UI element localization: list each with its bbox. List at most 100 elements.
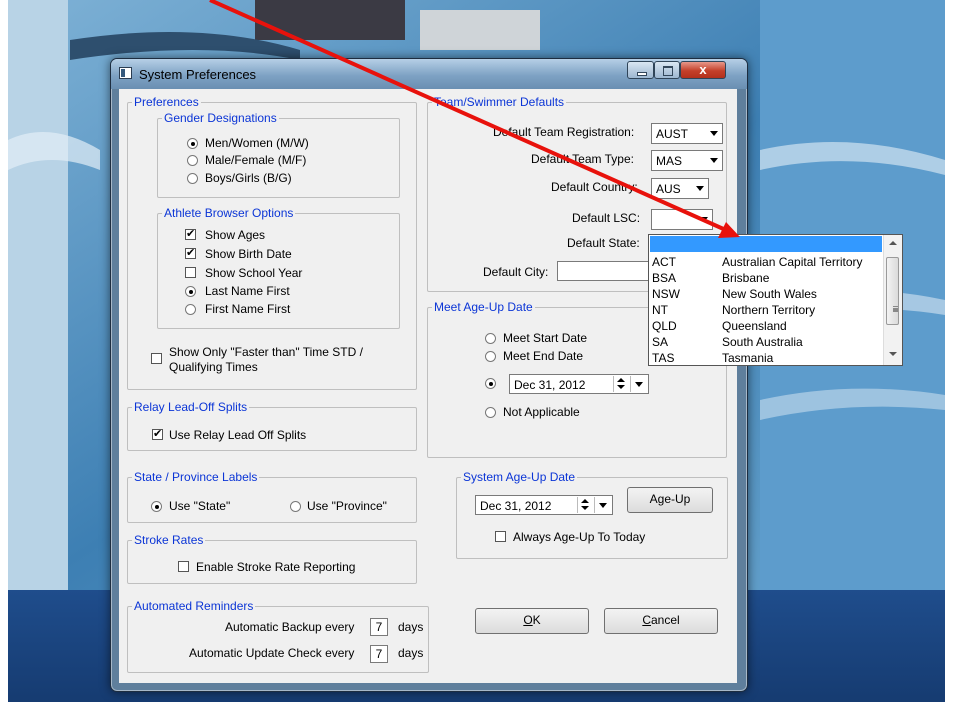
show-school-year-label: Show School Year [205,266,303,280]
meet-start-date-radio[interactable] [485,333,496,344]
list-item[interactable]: ACT Australian Capital Territory [649,254,883,270]
always-age-up-label: Always Age-Up To Today [513,530,646,544]
state-code: NT [652,303,668,317]
list-item[interactable]: QLD Queensland [649,318,883,334]
chevron-down-icon [692,180,707,197]
show-birth-date-label: Show Birth Date [205,247,292,261]
relay-leadoff-group: Relay Lead-Off Splits [127,401,417,451]
spin-arrows-icon[interactable] [613,376,629,392]
list-item[interactable]: SA South Australia [649,334,883,350]
chevron-down-icon[interactable] [630,376,647,392]
backup-days-unit: days [398,620,424,634]
system-age-up-date-group: System Age-Up Date [456,471,728,559]
system-age-up-date-picker[interactable]: Dec 31, 2012 [475,495,613,515]
stroke-rates-group: Stroke Rates [127,534,417,584]
ok-mnemonic: O [523,613,533,627]
state-name: Tasmania [722,351,774,365]
first-name-first-label: First Name First [205,302,291,316]
default-country-select[interactable]: AUS [651,178,709,199]
default-team-type-select[interactable]: MAS [651,150,723,171]
grip-icon [893,306,898,308]
system-age-up-legend: System Age-Up Date [463,470,576,484]
scrollbar-thumb[interactable] [886,257,899,325]
list-item[interactable]: NSW New South Wales [649,286,883,302]
show-school-year-checkbox[interactable] [185,267,196,278]
default-city-input[interactable] [557,261,657,281]
gender-radio-bg[interactable] [187,173,198,184]
gender-designations-legend: Gender Designations [164,111,277,125]
enable-stroke-rate-checkbox[interactable] [178,561,189,572]
state-name: New South Wales [722,287,817,301]
list-item[interactable]: NT Northern Territory [649,302,883,318]
state-code: NSW [652,287,680,301]
list-scrollbar[interactable] [883,235,902,365]
selected-blank-option[interactable] [650,236,882,252]
gender-option-bg: Boys/Girls (B/G) [205,171,292,185]
meet-end-date-label: Meet End Date [503,349,584,363]
last-name-first-radio[interactable] [185,286,196,297]
chevron-down-icon[interactable] [594,497,611,513]
preferences-legend: Preferences [134,95,199,109]
ok-button[interactable]: OK [475,608,589,634]
app-icon [119,67,132,79]
meet-age-up-date-picker[interactable]: Dec 31, 2012 [509,374,649,394]
default-team-registration-label: Default Team Registration: [493,125,635,139]
default-team-registration-value: AUST [656,127,689,141]
minimize-button[interactable] [627,61,654,79]
default-lsc-select[interactable] [651,209,713,230]
state-name: South Australia [722,335,803,349]
always-age-up-checkbox[interactable] [495,531,506,542]
state-province-legend: State / Province Labels [134,470,258,484]
cancel-mnemonic: C [642,613,651,627]
state-code: QLD [652,319,677,333]
state-name: Brisbane [722,271,770,285]
spin-arrows-icon[interactable] [577,497,593,513]
default-lsc-label: Default LSC: [572,211,641,225]
last-name-first-label: Last Name First [205,284,290,298]
default-team-registration-select[interactable]: AUST [651,123,723,144]
backup-label: Automatic Backup every [225,620,355,634]
gender-option-mf: Male/Female (M/F) [205,153,307,167]
gender-radio-mw[interactable] [187,138,198,149]
cancel-button[interactable]: Cancel [604,608,718,634]
state-name: Queensland [722,319,787,333]
meet-start-date-label: Meet Start Date [503,331,588,345]
state-name: Australian Capital Territory [722,255,863,269]
backup-days-input[interactable]: 7 [370,618,388,636]
default-state-dropdown-list[interactable]: ACT Australian Capital Territory BSA Brisb… [648,234,903,366]
title-bar[interactable]: System Preferences x [111,59,747,89]
enable-stroke-rate-label: Enable Stroke Rate Reporting [196,560,356,574]
default-country-value: AUS [656,182,681,196]
stroke-rates-legend: Stroke Rates [134,533,204,547]
athlete-browser-legend: Athlete Browser Options [164,206,294,220]
show-ages-checkbox[interactable] [185,227,196,240]
meet-age-up-date-value: Dec 31, 2012 [514,378,586,392]
faster-than-label-line2: Qualifying Times [169,360,258,374]
window-title: System Preferences [139,67,257,82]
gender-radio-mf[interactable] [187,155,198,166]
maximize-button[interactable] [654,61,680,79]
use-state-radio[interactable] [151,501,162,512]
list-item[interactable]: BSA Brisbane [649,270,883,286]
state-code: BSA [652,271,677,285]
gender-option-mw: Men/Women (M/W) [205,136,309,150]
team-swimmer-defaults-legend: Team/Swimmer Defaults [434,95,565,109]
update-days-input[interactable]: 7 [370,645,388,663]
faster-than-label-line1: Show Only "Faster than" Time STD / [169,345,363,359]
first-name-first-radio[interactable] [185,304,196,315]
use-relay-leadoff-label: Use Relay Lead Off Splits [169,428,307,442]
show-birth-date-checkbox[interactable] [185,246,196,259]
meet-end-date-radio[interactable] [485,351,496,362]
use-province-radio[interactable] [290,501,301,512]
age-up-button[interactable]: Age-Up [627,487,713,513]
meet-custom-date-radio[interactable] [485,378,496,389]
list-item[interactable]: TAS Tasmania [649,350,883,366]
use-province-label: Use "Province" [307,499,387,513]
chevron-down-icon [706,125,721,142]
close-button[interactable]: x [680,61,726,79]
not-applicable-radio[interactable] [485,407,496,418]
cancel-label-rest: ancel [650,613,680,627]
faster-than-checkbox[interactable] [151,353,162,364]
use-relay-leadoff-checkbox[interactable] [152,427,163,440]
automated-reminders-legend: Automated Reminders [134,599,254,613]
